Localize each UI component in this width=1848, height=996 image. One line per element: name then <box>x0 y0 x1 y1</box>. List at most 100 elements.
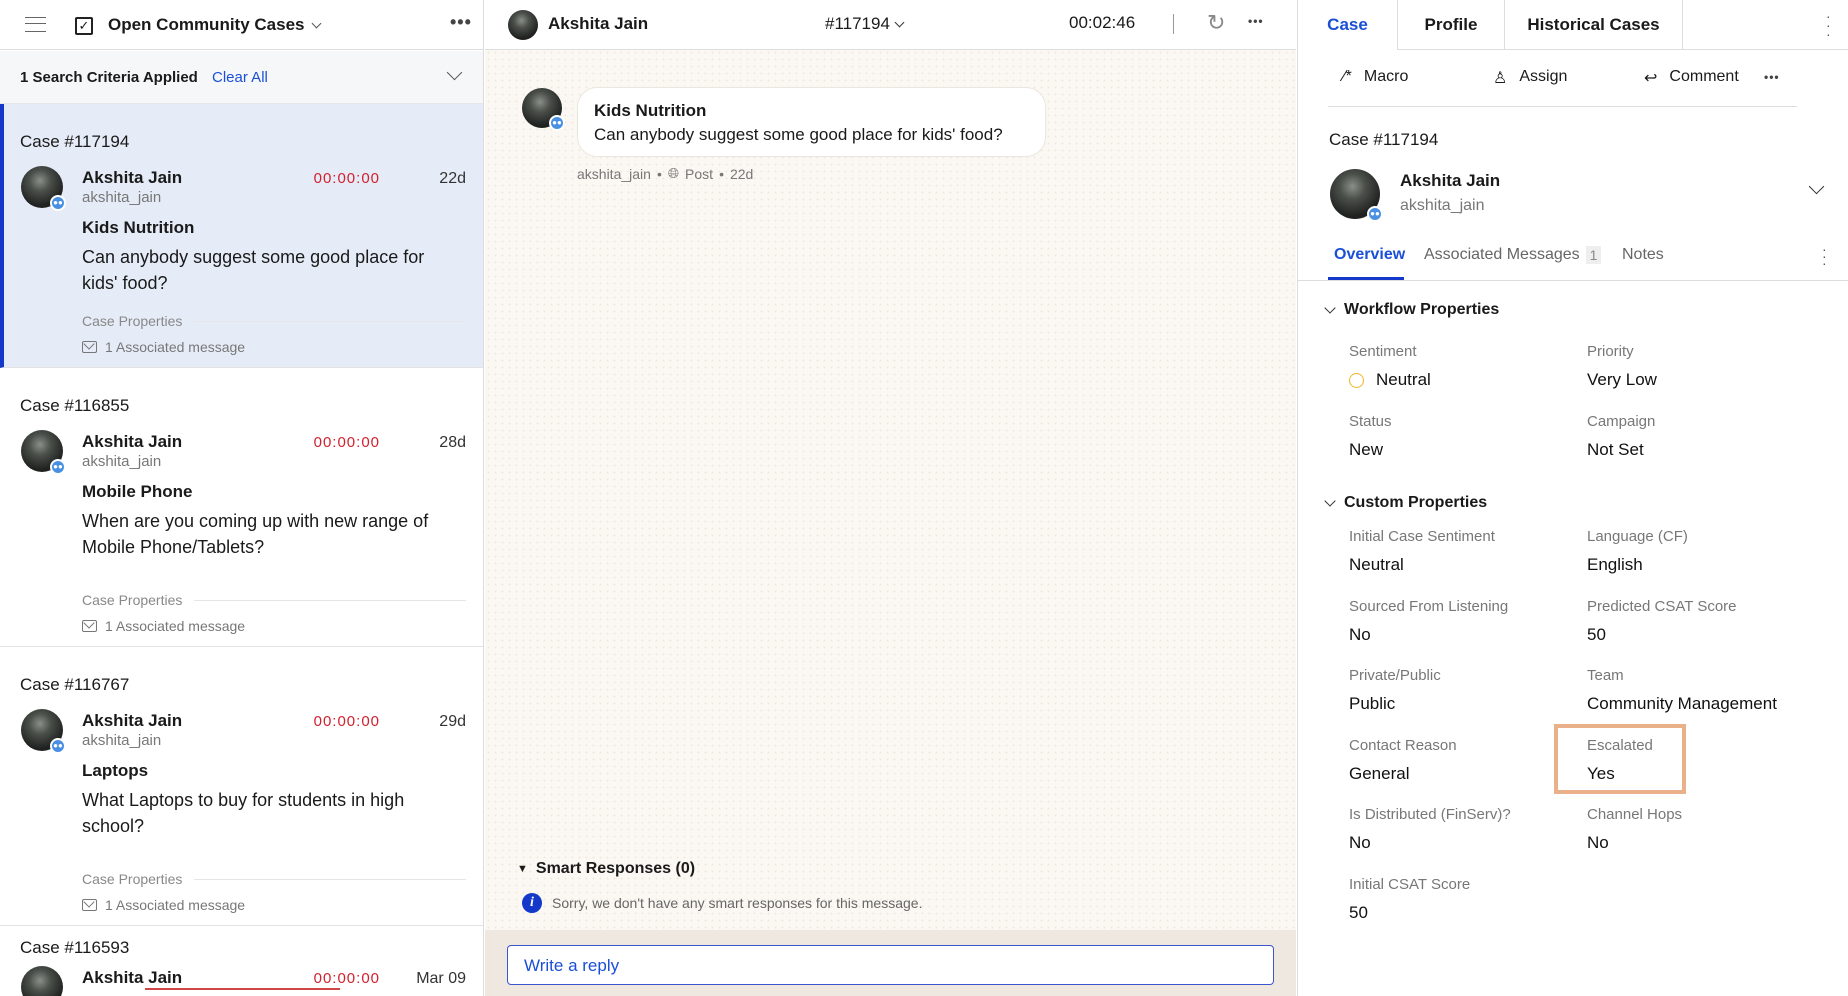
hamburger-menu-icon[interactable] <box>25 17 46 32</box>
info-icon: i <box>522 893 542 913</box>
action-assign[interactable]: ♙ Assign <box>1493 68 1567 88</box>
custom-properties-header[interactable]: Custom Properties <box>1324 494 1488 512</box>
case-age: 29d <box>439 713 466 730</box>
section-title: Custom Properties <box>1344 494 1488 511</box>
assign-label: Assign <box>1519 68 1568 85</box>
reply-input[interactable]: Write a reply <box>507 945 1274 985</box>
property-value[interactable]: General <box>1349 764 1409 784</box>
case-properties-label: Case Properties <box>82 313 466 329</box>
checkbox-icon[interactable]: ✓ <box>75 17 93 35</box>
case-text: Can anybody suggest some good place for … <box>82 247 425 293</box>
neutral-face-icon <box>1349 372 1364 388</box>
property-value[interactable]: 50 <box>1349 903 1368 923</box>
refresh-icon[interactable]: ↻ <box>1207 10 1225 36</box>
property-value[interactable]: No <box>1349 833 1371 853</box>
smart-responses-empty: i Sorry, we don't have any smart respons… <box>522 893 922 913</box>
customer-name: Akshita Jain <box>82 432 183 451</box>
case-title: Laptops <box>82 761 149 780</box>
property-value[interactable]: Community Management <box>1587 694 1777 714</box>
tab-case[interactable]: Case <box>1298 0 1397 50</box>
property-value[interactable]: Very Low <box>1587 370 1657 390</box>
divider <box>1173 14 1174 34</box>
case-list-item[interactable]: Case #117194 ●● Akshita Jain akshita_jai… <box>0 104 483 368</box>
envelope-icon <box>82 620 97 632</box>
property-value[interactable]: 50 <box>1587 625 1606 645</box>
property-value[interactable]: Public <box>1349 694 1395 714</box>
case-list-item[interactable]: Case #116767 ●● Akshita Jain akshita_jai… <box>0 647 483 926</box>
caret-down-icon: ▼ <box>517 863 528 875</box>
sla-timer: 00:00:00 <box>313 170 380 187</box>
escalated-highlight-box <box>1554 724 1686 794</box>
subtab-notes[interactable]: Notes <box>1622 246 1664 264</box>
customer-handle: akshita_jain <box>82 189 162 206</box>
tab-historical-cases[interactable]: Historical Cases <box>1504 0 1682 50</box>
customer-name: Akshita Jain <box>82 711 183 730</box>
avatar: ●● <box>522 88 565 131</box>
property-value[interactable]: Not Set <box>1587 440 1644 460</box>
case-number: Case #117194 <box>1329 130 1439 149</box>
workflow-properties-header[interactable]: Workflow Properties <box>1324 301 1500 319</box>
clear-all-link[interactable]: Clear All <box>212 69 268 86</box>
case-list-item[interactable]: Case #116855 ●● Akshita Jain akshita_jai… <box>0 368 483 647</box>
property-label: Predicted CSAT Score <box>1587 597 1737 615</box>
more-options-icon[interactable]: ••• <box>1248 14 1264 28</box>
customer-handle: akshita_jain <box>82 453 162 470</box>
reply-placeholder: Write a reply <box>524 956 620 975</box>
sla-timer: 00:00:00 <box>313 434 380 451</box>
customer-handle: akshita_jain <box>1400 197 1485 214</box>
associated-message[interactable]: 1 Associated message <box>82 339 245 355</box>
property-label: Status <box>1349 412 1392 430</box>
action-comment[interactable]: ↩ Comment <box>1644 68 1739 88</box>
property-value[interactable]: Neutral <box>1349 370 1431 390</box>
property-value[interactable]: New <box>1349 440 1383 460</box>
case-properties-label: Case Properties <box>82 592 466 608</box>
community-badge-icon: ●● <box>50 195 66 211</box>
chevron-down-icon <box>311 18 321 28</box>
reply-arrow-icon: ↩ <box>1644 70 1658 87</box>
smart-responses-toggle[interactable]: ▼ Smart Responses (0) <box>517 860 695 878</box>
case-id-dropdown[interactable]: #117194 <box>825 14 905 34</box>
chevron-down-icon <box>1324 302 1336 314</box>
subtab-overview[interactable]: Overview <box>1334 246 1405 264</box>
case-age: 22d <box>439 170 466 187</box>
message-meta: akshita_jain • 🌐︎ Post • 22d <box>577 165 754 182</box>
divider <box>1298 280 1848 281</box>
chevron-down-icon[interactable] <box>1808 178 1825 195</box>
subtab-associated-messages[interactable]: Associated Messages 1 <box>1424 246 1602 264</box>
associated-count: 1 Associated message <box>105 618 246 634</box>
more-actions-icon[interactable]: ••• <box>1764 70 1780 84</box>
chevron-down-icon[interactable] <box>446 64 463 81</box>
case-number: Case #116593 <box>20 938 130 957</box>
action-macro[interactable]: ⁄* Macro <box>1343 68 1408 86</box>
chevron-down-icon <box>1324 495 1336 507</box>
case-list-item[interactable]: Case #116593 Akshita Jain 00:00:00 Mar 0… <box>0 926 483 996</box>
customer-name: Akshita Jain <box>1400 171 1501 190</box>
globe-icon: 🌐︎ <box>667 165 680 181</box>
magic-wand-icon: ⁄* <box>1343 68 1352 85</box>
sentiment-text: Neutral <box>1376 370 1431 389</box>
associated-count: 1 Associated message <box>105 897 246 913</box>
section-title: Workflow Properties <box>1344 301 1500 318</box>
message-text: Can anybody suggest some good place for … <box>594 125 1003 144</box>
view-selector[interactable]: Open Community Cases <box>108 15 321 35</box>
property-label: Contact Reason <box>1349 736 1457 754</box>
divider <box>1328 106 1797 107</box>
avatar: ●● <box>1330 169 1383 222</box>
associated-message[interactable]: 1 Associated message <box>82 897 245 913</box>
more-options-icon[interactable]: ••• <box>450 12 472 33</box>
tab-profile[interactable]: Profile <box>1397 0 1504 50</box>
case-properties-text: Case Properties <box>82 592 183 608</box>
property-label: Private/Public <box>1349 667 1441 684</box>
property-value[interactable]: Neutral <box>1349 555 1404 575</box>
property-value[interactable]: No <box>1349 625 1371 645</box>
property-value[interactable]: No <box>1587 833 1609 853</box>
kebab-menu-icon[interactable]: · · · <box>1822 242 1827 270</box>
sla-timer: 00:00:00 <box>313 970 380 987</box>
case-text: What Laptops to buy for students in high… <box>82 790 405 836</box>
message-age: 22d <box>729 165 754 182</box>
kebab-menu-icon[interactable]: · · · <box>1826 9 1831 41</box>
property-value[interactable]: English <box>1587 555 1643 575</box>
case-age: Mar 09 <box>416 970 466 987</box>
case-list-header: ✓ Open Community Cases ••• <box>0 0 483 50</box>
associated-message[interactable]: 1 Associated message <box>82 618 245 634</box>
